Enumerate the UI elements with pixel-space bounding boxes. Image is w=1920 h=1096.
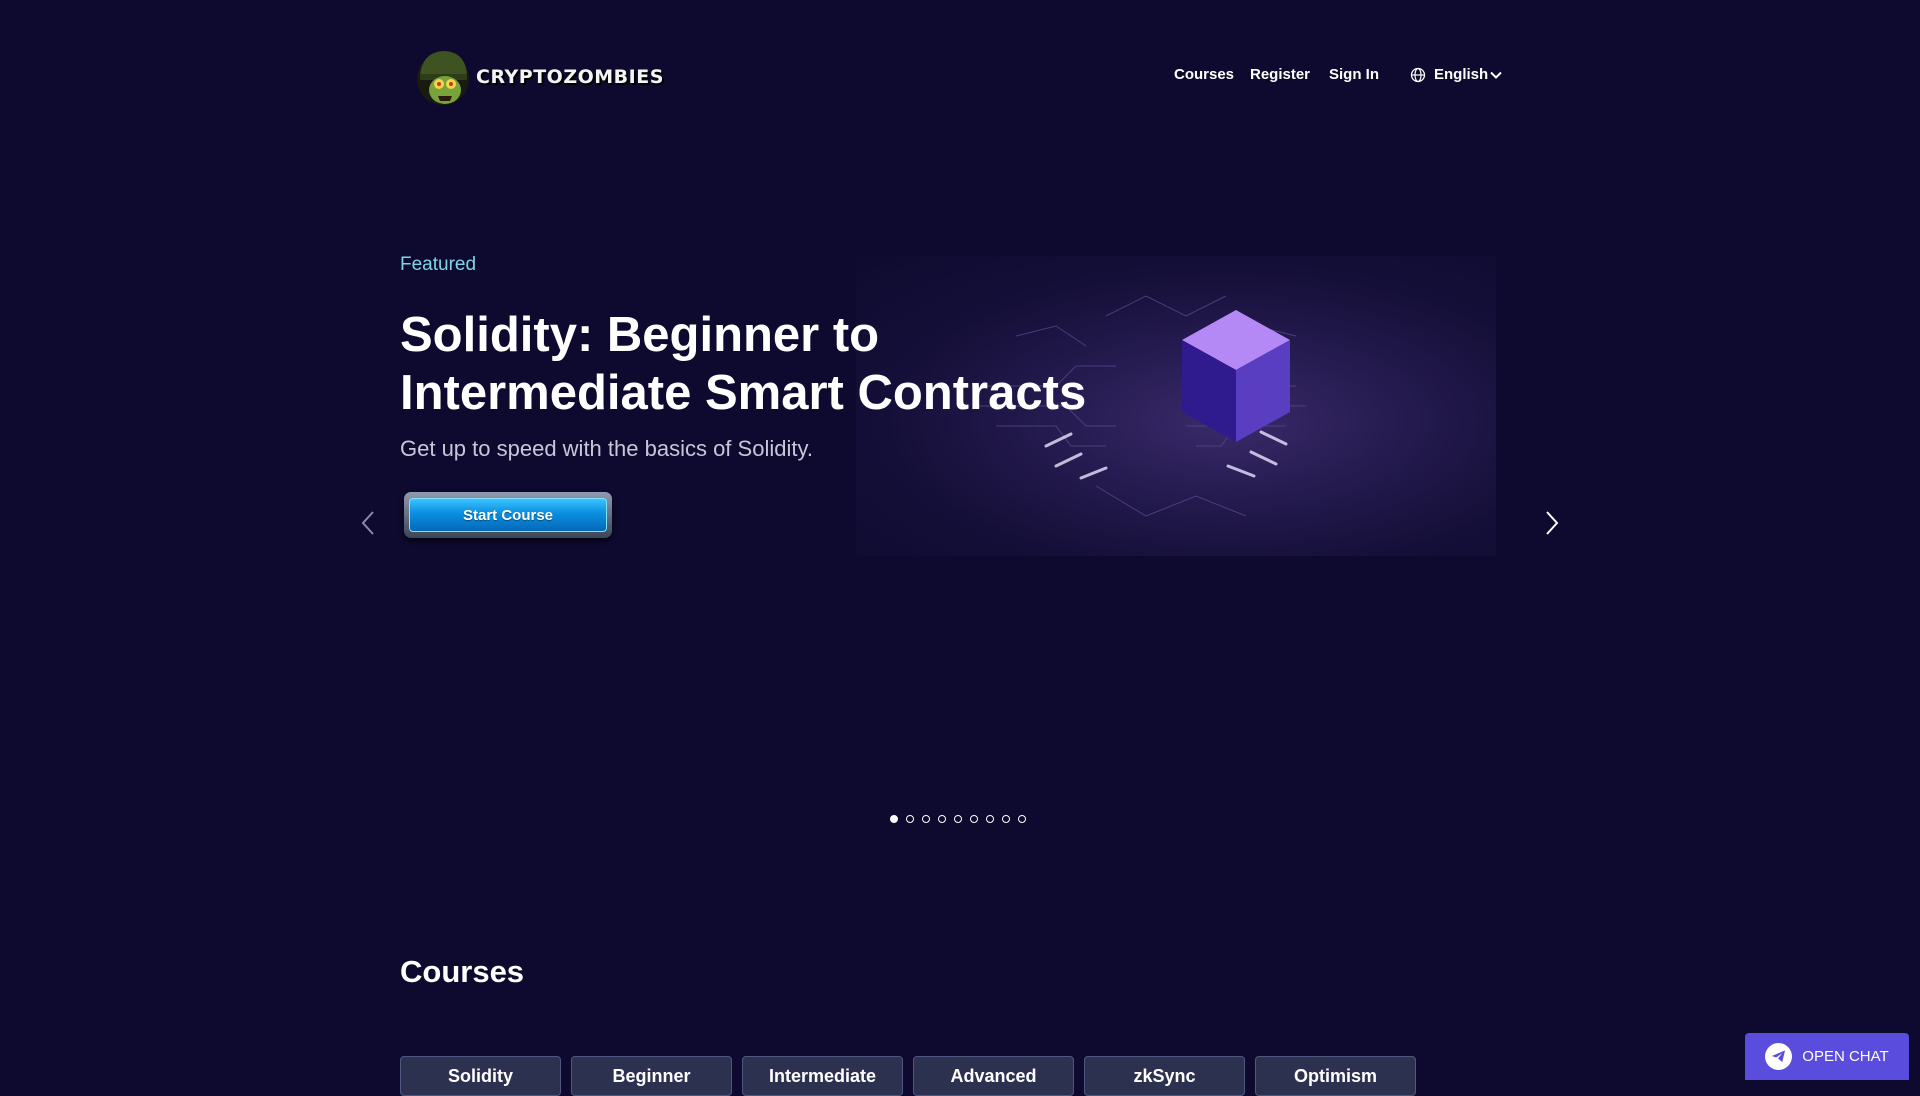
nav-register[interactable]: Register <box>1250 66 1310 83</box>
filter-advanced[interactable]: Advanced <box>913 1056 1074 1096</box>
carousel-dot[interactable] <box>986 815 994 823</box>
hero-subtitle: Get up to speed with the basics of Solid… <box>400 436 813 461</box>
carousel-dot[interactable] <box>954 815 962 823</box>
filter-optimism[interactable]: Optimism <box>1255 1056 1416 1096</box>
paper-plane-icon <box>1765 1043 1793 1070</box>
carousel-dot[interactable] <box>922 815 930 823</box>
featured-label: Featured <box>400 254 477 275</box>
chevron-down-icon <box>1490 71 1502 79</box>
nav-sign-in[interactable]: Sign In <box>1329 66 1379 83</box>
nav-courses[interactable]: Courses <box>1174 66 1234 83</box>
language-label: English <box>1434 66 1489 83</box>
filter-intermediate[interactable]: Intermediate <box>742 1056 903 1096</box>
top-nav: Courses Register Sign In <box>0 66 1920 90</box>
carousel-dot[interactable] <box>890 815 898 823</box>
courses-heading: Courses <box>400 954 525 989</box>
start-course-label: Start Course <box>409 498 607 532</box>
course-filters: Solidity Beginner Intermediate Advanced … <box>400 1056 1416 1096</box>
carousel-dot[interactable] <box>970 815 978 823</box>
start-course-button[interactable]: Start Course <box>404 492 612 538</box>
globe-icon <box>1410 67 1426 82</box>
filter-solidity[interactable]: Solidity <box>400 1056 561 1096</box>
hero-title: Solidity: Beginner to Intermediate Smart… <box>400 308 1087 420</box>
carousel-dot[interactable] <box>938 815 946 823</box>
cube-icon <box>1182 310 1290 442</box>
chevron-left-icon[interactable] <box>356 508 380 538</box>
open-chat-label: OPEN CHAT <box>1802 1048 1889 1065</box>
filter-beginner[interactable]: Beginner <box>571 1056 732 1096</box>
filter-zksync[interactable]: zkSync <box>1084 1056 1245 1096</box>
carousel-dot[interactable] <box>906 815 914 823</box>
carousel-dots <box>890 815 1026 823</box>
language-selector[interactable]: English <box>1410 66 1502 83</box>
chevron-right-icon[interactable] <box>1540 508 1564 538</box>
carousel-dot[interactable] <box>1018 815 1026 823</box>
open-chat-button[interactable]: OPEN CHAT <box>1745 1033 1909 1080</box>
carousel-dot[interactable] <box>1002 815 1010 823</box>
